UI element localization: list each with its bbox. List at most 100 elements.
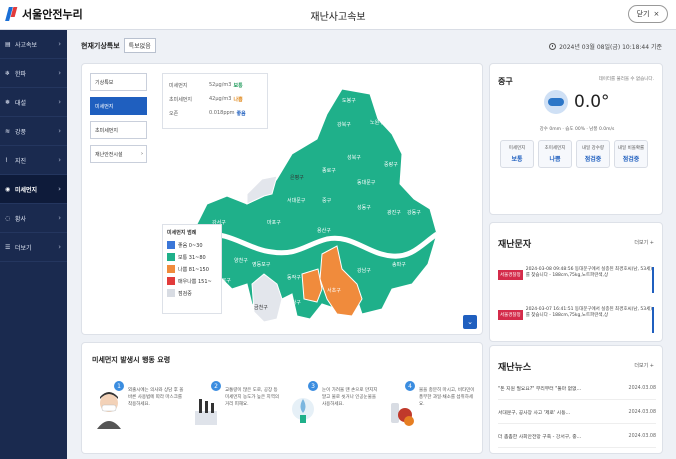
tab-fine-dust[interactable]: 미세먼지 [90, 97, 147, 115]
message-badge: 서울경찰청 [498, 310, 523, 320]
sidebar-item-label: 더보기 [15, 244, 32, 252]
news-title: 서대문구, 공사장 사고 '제로' 시동... [498, 411, 571, 416]
pill-tomorrow-rain: 내일 강수량점검중 [576, 140, 610, 168]
step-text: 눈이 가려울 땐 손으로 만지지 말고 물로 씻거나 인공눈물을 사용하세요. [322, 388, 378, 407]
step-number: 3 [308, 381, 318, 391]
scroll-down-button[interactable]: ⌄ [463, 315, 477, 329]
more-link[interactable]: 더보기 + [634, 239, 654, 246]
chevron-right-icon: › [58, 156, 61, 164]
tab-weather-alert[interactable]: 기상특보 [90, 73, 147, 91]
legend-label: 점검중 [178, 290, 192, 297]
district-label: 서대문구 [287, 197, 306, 204]
page-title: 재난사고속보 [310, 12, 366, 23]
sidebar-item-more[interactable]: ☰ 더보기 › [0, 233, 67, 262]
message-text: 2024-03-08 09:48:56 동대문구에서 실종된 최경호씨(남, 5… [525, 267, 652, 278]
guide-step: 2 교통량이 많은 도로, 공장 등 미세먼지 농도가 높은 지역의 거리 피해… [189, 381, 282, 441]
district-label: 중구 [322, 198, 332, 204]
district-label: 송파구 [392, 261, 406, 268]
district-label: 마포구 [267, 219, 281, 226]
pill-fine-dust: 미세먼지 보통 [500, 140, 534, 168]
sidebar-item-strong-wind[interactable]: ≋ 강풍 › [0, 117, 67, 146]
tab-ultrafine-dust[interactable]: 초미세먼지 [90, 121, 147, 139]
district-label: 성동구 [357, 204, 371, 211]
dust-icon: ◉ [5, 185, 11, 193]
sidebar-item-label: 사고속보 [15, 41, 38, 49]
weather-card: 중구 데이터를 불러올 수 없습니다. 0.0° 강수 0mm · 습도 00%… [489, 63, 663, 215]
clock-icon [549, 43, 557, 50]
news-icon: ▤ [5, 40, 11, 48]
pill-label: 내일 강수량 [581, 146, 605, 151]
sidebar-item-fine-dust[interactable]: ◉ 미세먼지 › [0, 175, 67, 204]
district-label: 은평구 [290, 174, 304, 181]
chevron-right-icon: › [58, 185, 61, 193]
weather-temperature: 0.0° [574, 92, 610, 112]
snow-icon: ❅ [5, 98, 11, 106]
tab-safety-facilities[interactable]: 재난안전시설 › [90, 145, 147, 163]
dust-map-card: 기상특보 미세먼지 초미세먼지 재난안전시설 › 미세먼지 52μg/m3 보통 … [81, 63, 483, 335]
sidebar-item-label: 한파 [15, 70, 27, 78]
district-label: 강남구 [357, 267, 371, 274]
sidebar-item-label: 대설 [15, 99, 27, 107]
district-label: 영등포구 [252, 261, 271, 268]
close-icon: × [653, 10, 660, 18]
legend-swatch [167, 241, 175, 249]
yellow-dust-icon: ◌ [5, 214, 11, 222]
more-link[interactable]: 더보기 + [634, 362, 654, 369]
action-guide-card: 미세먼지 발생시 행동 요령 1 외출시에는 의사와 상담 후 올바른 사용법에… [81, 342, 483, 454]
sidebar-item-heavy-snow[interactable]: ❅ 대설 › [0, 88, 67, 117]
sidebar-item-cold-wave[interactable]: ❄ 한파 › [0, 59, 67, 88]
sidebar-item-label: 강풍 [15, 128, 27, 136]
guide-step: 4 물을 충분히 마시고, 비타민이 풍부한 과일·채소를 섭취하세요. [383, 381, 476, 441]
pill-label: 미세먼지 [508, 146, 526, 151]
sidebar-item-earthquake[interactable]: ⌇ 지진 › [0, 146, 67, 175]
pill-ultrafine-dust: 초미세먼지 나쁨 [538, 140, 572, 168]
legend-item-normal: 보통 31~80 [167, 251, 217, 263]
disaster-news-card: 재난뉴스 더보기 + "돈 지원 필요요?" 무리부터 "둘마 없없... 20… [489, 345, 663, 454]
tab-label: 기상특보 [95, 79, 114, 86]
tab-label: 초미세먼지 [95, 127, 119, 134]
weather-stats: 강수 0mm · 습도 00% · 남풍 0.0m/s [539, 127, 615, 132]
news-item[interactable]: "돈 지원 필요요?" 무리부터 "둘마 없없... 2024.03.08 [498, 378, 656, 400]
chevron-down-icon: ⌄ [467, 318, 473, 326]
guide-step: 1 외출시에는 의사와 상담 후 올바른 사용법에 따라 마스크를 착용하세요. [92, 381, 185, 441]
district-label: 관악구 [287, 299, 301, 306]
district-label: 도봉구 [342, 98, 356, 104]
pill-value: 점검중 [622, 156, 640, 163]
district-label: 강북구 [337, 121, 351, 128]
chevron-right-icon: › [58, 98, 61, 106]
legend-swatch [167, 253, 175, 261]
snowflake-icon: ❄ [5, 69, 11, 77]
news-item[interactable]: 서대문구, 공사장 사고 '제로' 시동... 2024.03.08 [498, 402, 656, 424]
message-item[interactable]: 서울경찰청 2024-03-08 09:48:56 동대문구에서 실종된 최경호… [498, 267, 654, 293]
close-button[interactable]: 닫기 × [628, 5, 668, 23]
mask-person-icon [97, 392, 121, 429]
datetime: 2024년 03월 08일(금) 10:18:44 기준 [549, 42, 662, 51]
message-item[interactable]: 서울경찰청 2024-03-07 16:41:51 동대문구에서 실종된 최경호… [498, 307, 654, 333]
step-text: 물을 충분히 마시고, 비타민이 풍부한 과일·채소를 섭취하세요. [419, 388, 475, 407]
section-title: 재난뉴스 [498, 363, 532, 373]
eye-drop-icon [292, 398, 314, 423]
district-label: 금천구 [254, 304, 268, 311]
map-region-bad [301, 268, 323, 303]
district-label: 노원구 [370, 119, 384, 126]
sidebar-item-accident[interactable]: ▤ 사고속보 › [0, 30, 67, 59]
legend-label: 좋음 0~30 [178, 242, 203, 249]
news-item[interactable]: 더 촘촘한 사회안전망 구축 - 강서구, 중... 2024.03.08 [498, 426, 656, 448]
news-date: 2024.03.08 [628, 386, 656, 391]
guide-step: 3 눈이 가려울 땐 손으로 만지지 말고 물로 씻거나 인공눈물을 사용하세요… [286, 381, 379, 441]
district-label: 양천구 [234, 257, 248, 264]
sidebar-item-yellow-dust[interactable]: ◌ 황사 › [0, 204, 67, 233]
wind-icon: ≋ [5, 127, 11, 135]
legend-swatch [167, 277, 175, 285]
pill-value: 점검중 [584, 156, 602, 163]
weather-region: 중구 [498, 77, 513, 86]
legend-label: 나쁨 81~150 [178, 266, 209, 273]
pill-label: 초미세먼지 [544, 146, 566, 151]
weather-note: 데이터를 불러올 수 없습니다. [598, 77, 654, 82]
datetime-text: 2024년 03월 08일(금) 10:18:44 기준 [559, 44, 662, 51]
message-indicator [652, 267, 654, 293]
weather-alert-status: 현재기상특보 특보없음 [81, 38, 156, 53]
district-label: 용산구 [317, 227, 331, 234]
sidebar-item-label: 황사 [15, 215, 27, 223]
step-number: 2 [211, 381, 221, 391]
